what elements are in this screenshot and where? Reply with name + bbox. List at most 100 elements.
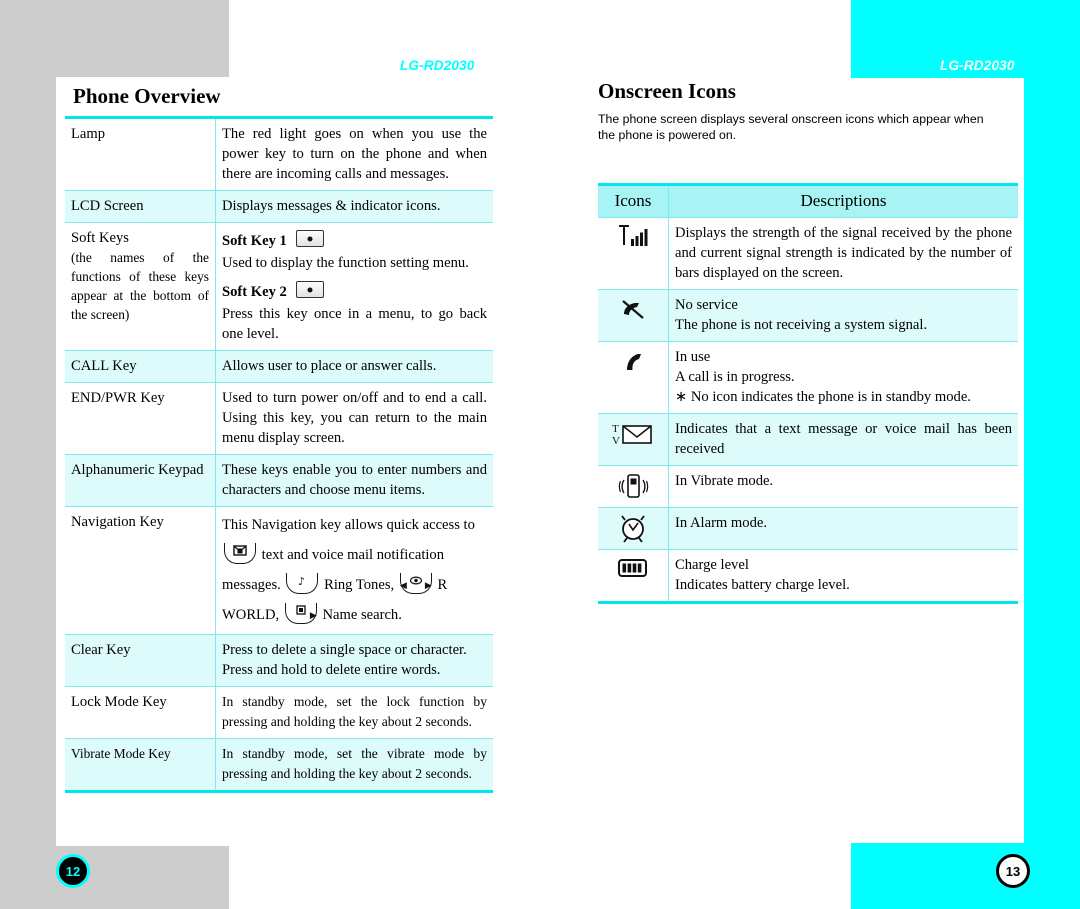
description-cell: The red light goes on when you use the p… [215,119,493,191]
description-line-1: Charge level [675,557,749,573]
term-cell: Soft Keys (the names of the functions of… [65,222,216,351]
icon-cell: T V [598,413,669,466]
icon-cell [598,289,669,342]
table-row: END/PWR Key Used to turn power on/off an… [65,382,493,455]
term-label: Clear Key [71,642,131,658]
table-row: Alphanumeric Keypad These keys enable yo… [65,454,493,507]
svg-text:V: V [612,435,620,447]
soft-key-1-description: Used to display the function setting men… [222,255,469,271]
term-label: Vibrate Mode Key [71,746,171,761]
description-cell: Allows user to place or answer calls. [215,350,493,383]
page-number-badge-left: 12 [56,854,90,888]
table-row: In Vibrate mode. [598,465,1018,508]
icon-cell [598,549,669,601]
name-search-key-icon [284,602,317,628]
message-key-icon [224,543,256,564]
term-cell: Alphanumeric Keypad [65,454,216,507]
term-cell: Vibrate Mode Key [65,738,216,790]
table-row: CALL Key Allows user to place or answer … [65,350,493,383]
in-use-handset-icon [617,347,649,377]
term-label: Lock Mode Key [71,694,167,710]
term-cell: LCD Screen [65,190,216,223]
running-head-right: LG-RD2030 [940,58,1015,73]
icon-cell [598,341,669,414]
term-cell: Navigation Key [65,506,216,635]
icon-cell [598,465,669,508]
page-number-badge-right: 13 [996,854,1030,888]
description-line-1: No service [675,297,738,313]
description-cell: Used to turn power on/off and to end a c… [215,382,493,455]
icon-cell [598,217,669,290]
term-cell: END/PWR Key [65,382,216,455]
table-row: Clear Key Press to delete a single space… [65,634,493,687]
table-row: Lamp The red light goes on when you use … [65,119,493,191]
term-label: Alphanumeric Keypad [71,462,204,478]
left-page-bottom-gray-band [0,846,229,909]
term-label: END/PWR Key [71,390,165,406]
vibrate-mode-icon [615,471,651,501]
table-row: Vibrate Mode Key In standby mode, set th… [65,738,493,790]
description-line-1: In use [675,349,711,365]
description-cell: These keys enable you to enter numbers a… [215,454,493,507]
svg-text:♪: ♪ [298,575,305,587]
soft-key-2-button-icon [295,281,324,298]
description-cell: This Navigation key allows quick access … [215,506,493,635]
signal-strength-icon [616,223,650,249]
soft-key-2-description: Press this key once in a menu, to go bac… [222,306,487,342]
right-page-side-cyan-band [1024,78,1080,843]
table-row: Charge level Indicates battery charge le… [598,549,1019,602]
table-row: No service The phone is not receiving a … [598,289,1018,342]
description-cell: Soft Key 1 Used to display the function … [215,222,493,351]
onscreen-icons-intro: The phone screen displays several onscre… [598,112,984,142]
running-head-left: LG-RD2030 [400,58,475,73]
table-row: Displays the strength of the signal rece… [598,217,1018,290]
r-world-key-icon [399,572,432,598]
left-page-side-gray-band [0,77,56,846]
description-cell: Charge level Indicates battery charge le… [669,550,1019,602]
column-header-descriptions: Descriptions [668,186,1018,218]
description-cell: Displays the strength of the signal rece… [668,217,1018,290]
table-row: LCD Screen Displays messages & indicator… [65,190,493,223]
term-note: (the names of the functions of these key… [71,250,209,322]
description-line-2: Indicates battery charge level. [675,577,850,593]
page-title-phone-overview: Phone Overview [73,84,221,108]
term-label: CALL Key [71,358,137,374]
term-label: Navigation Key [71,514,164,530]
page-title-onscreen-icons: Onscreen Icons [598,79,736,103]
soft-key-2-label: Soft Key 2 [222,284,287,300]
column-header-icons: Icons [598,186,669,218]
description-cell: Indicates that a text message or voice m… [668,413,1018,466]
term-label: Lamp [71,126,106,142]
onscreen-icons-table: Icons Descriptions Displays the strength… [598,186,1018,601]
term-cell: Lock Mode Key [65,686,216,739]
description-cell: In use A call is in progress. ∗ No icon … [668,341,1018,414]
nav-desc-part-5: Name search. [322,607,402,623]
term-cell: CALL Key [65,350,216,383]
battery-charge-icon [615,555,651,581]
description-cell: In Alarm mode. [668,507,1018,550]
description-line-3: ∗ No icon indicates the phone is in stan… [675,389,971,405]
table-row: Navigation Key This Navigation key allow… [65,506,493,635]
no-service-icon [617,295,649,323]
term-cell: Clear Key [65,634,216,687]
description-cell: In Vibrate mode. [668,465,1018,508]
description-cell: In standby mode, set the vibrate mode by… [222,746,487,781]
phone-overview-table: Lamp The red light goes on when you use … [65,119,493,790]
description-line-2: A call is in progress. [675,369,795,385]
right-page-bottom-cyan-band [851,843,1080,909]
description-cell: No service The phone is not receiving a … [668,289,1018,342]
term-cell: Lamp [65,119,216,191]
left-page-top-gray-band [0,0,229,77]
soft-key-1-button-icon [295,230,324,247]
ring-tones-key-icon: ♪ [286,573,319,594]
term-label: LCD Screen [71,198,144,214]
term-label: Soft Keys [71,230,129,246]
phone-overview-table-wrap: Lamp The red light goes on when you use … [65,116,493,793]
table-row: Soft Keys (the names of the functions of… [65,222,493,351]
icon-cell [598,507,669,550]
table-header-row: Icons Descriptions [598,186,1018,218]
description-cell: Press to delete a single space or charac… [215,634,493,687]
table-row: In use A call is in progress. ∗ No icon … [598,341,1018,414]
table-row: In Alarm mode. [598,507,1018,550]
nav-desc-part-1: This Navigation key allows quick access … [222,517,475,533]
